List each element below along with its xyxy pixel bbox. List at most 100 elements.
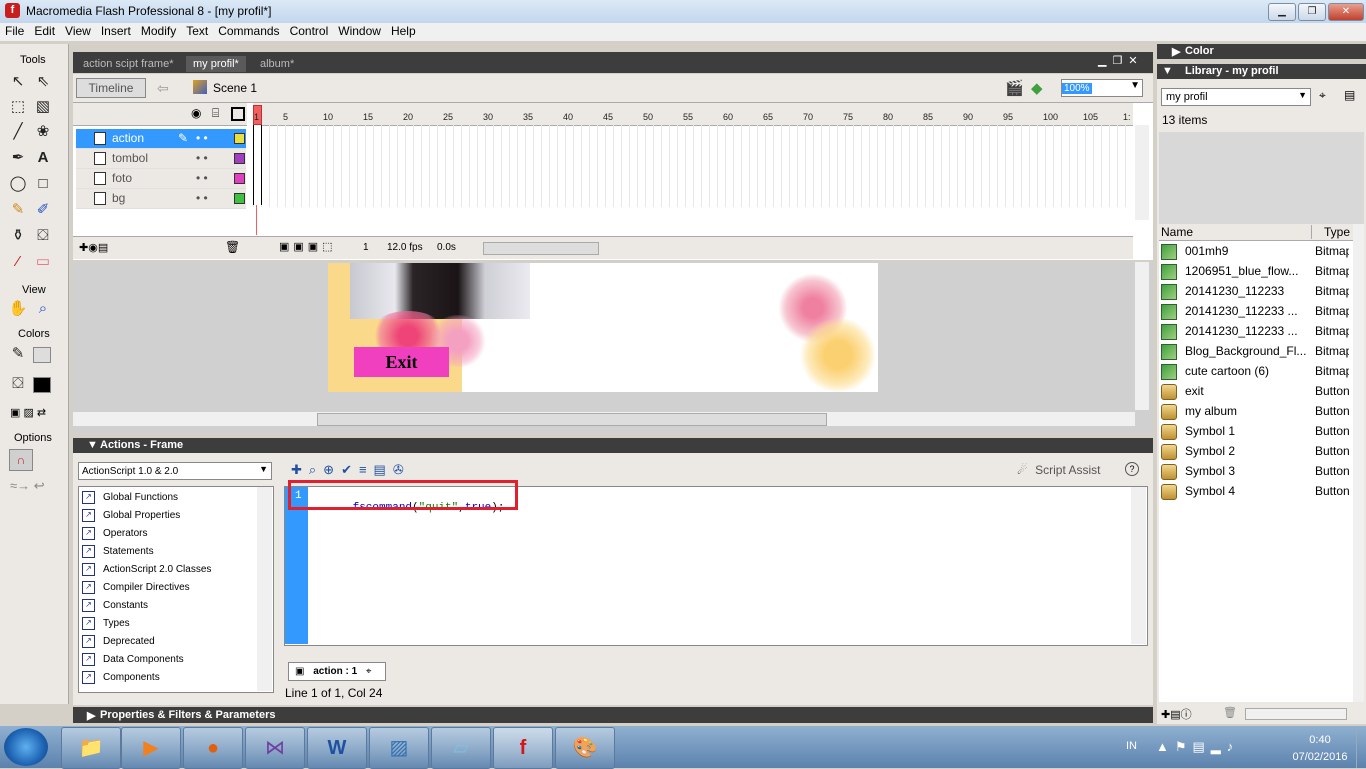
minimize-button[interactable]: ▁: [1268, 3, 1296, 21]
timeline-toggle-button[interactable]: Timeline: [76, 78, 146, 98]
layer-color-swatch[interactable]: [234, 133, 245, 144]
ink-bottle-tool-icon[interactable]: ⚱: [8, 226, 28, 246]
lasso-tool-icon[interactable]: ❀: [33, 122, 53, 142]
tree-item[interactable]: ↗ Statements: [82, 543, 262, 560]
tree-item[interactable]: ↗ Data Components: [82, 651, 262, 668]
library-item[interactable]: 20141230_112233 ... Bitmap: [1161, 301, 1357, 321]
start-button[interactable]: [4, 728, 48, 766]
tab-album[interactable]: album*: [253, 56, 301, 72]
fill-color-swatch[interactable]: [33, 377, 51, 393]
menu-control[interactable]: Control: [285, 23, 334, 38]
properties-panel-header[interactable]: ▶ Properties & Filters & Parameters: [73, 707, 1153, 723]
name-column-header[interactable]: Name: [1161, 225, 1193, 239]
layer-color-swatch[interactable]: [234, 153, 245, 164]
frame-tab[interactable]: ▣ action : 1 ⌖: [288, 662, 386, 681]
editor-vscroll[interactable]: [1131, 487, 1146, 644]
layer-row-bg[interactable]: bg • •: [76, 189, 246, 209]
clock-time[interactable]: 0:40: [1300, 734, 1340, 746]
restore-button[interactable]: ❐: [1298, 3, 1326, 21]
text-tool-icon[interactable]: A: [33, 148, 53, 168]
hand-tool-icon[interactable]: ✋: [8, 299, 28, 319]
smooth-straighten-icon[interactable]: ≈→ ↩: [10, 478, 45, 494]
menu-text[interactable]: Text: [181, 23, 213, 38]
zoom-select[interactable]: 100% ▼: [1061, 79, 1143, 97]
help-icon[interactable]: ?: [1125, 462, 1139, 476]
menu-file[interactable]: File: [0, 23, 29, 38]
menu-window[interactable]: Window: [333, 23, 386, 38]
taskbar-word-icon[interactable]: W: [307, 727, 367, 769]
add-layer-icon[interactable]: ✚◉▤: [79, 241, 108, 254]
taskbar-media-player-icon[interactable]: ▶: [121, 727, 181, 769]
tree-item[interactable]: ↗ Compiler Directives: [82, 579, 262, 596]
pin-icon[interactable]: ⌖: [366, 666, 372, 677]
free-transform-tool-icon[interactable]: ⬚: [8, 97, 28, 117]
color-panel-header[interactable]: ▶ Color: [1157, 44, 1366, 59]
fill-color-icon[interactable]: ⛋: [8, 374, 28, 394]
outline-icon[interactable]: [231, 107, 245, 121]
taskbar-flash-icon[interactable]: f: [493, 727, 553, 769]
stage-hscroll[interactable]: [73, 412, 1135, 426]
taskbar-notes-icon[interactable]: ▱: [431, 727, 491, 769]
taskbar-paint-icon[interactable]: 🎨: [555, 727, 615, 769]
stage-vscroll[interactable]: [1135, 262, 1149, 410]
library-item[interactable]: Symbol 4 Button: [1161, 481, 1357, 501]
stage-hscroll-thumb[interactable]: [317, 413, 827, 426]
pen-tool-icon[interactable]: ✒: [8, 148, 28, 168]
subselection-tool-icon[interactable]: ⇖: [33, 72, 53, 92]
menu-view[interactable]: View: [60, 23, 96, 38]
library-item[interactable]: Symbol 2 Button: [1161, 441, 1357, 461]
library-item[interactable]: 1206951_blue_flow... Bitmap: [1161, 261, 1357, 281]
tree-item[interactable]: ↗ Deprecated: [82, 633, 262, 650]
tree-item[interactable]: ↗ Constants: [82, 597, 262, 614]
layer-row-action[interactable]: action ✎ • •: [76, 129, 246, 149]
menu-help[interactable]: Help: [386, 23, 421, 38]
pin-library-icon[interactable]: ⌖: [1319, 88, 1326, 103]
taskbar-visual-studio-icon[interactable]: ⋈: [245, 727, 305, 769]
tree-item[interactable]: ↗ Operators: [82, 525, 262, 542]
library-select[interactable]: my profil ▼: [1161, 88, 1311, 106]
layer-row-foto[interactable]: foto • •: [76, 169, 246, 189]
tree-item[interactable]: ↗ Components: [82, 669, 262, 686]
menu-insert[interactable]: Insert: [96, 23, 136, 38]
onion-skin-icons[interactable]: ▣▣▣⬚: [279, 240, 337, 253]
selection-tool-icon[interactable]: ↖: [8, 72, 28, 92]
back-arrow-icon[interactable]: ⇦: [157, 80, 169, 97]
library-item[interactable]: 20141230_112233 Bitmap: [1161, 281, 1357, 301]
library-item[interactable]: 001mh9 Bitmap: [1161, 241, 1357, 261]
timeline-vscroll[interactable]: [1135, 125, 1149, 220]
default-colors-icon[interactable]: ▣ ▨ ⇄: [10, 406, 46, 419]
toolbox-vscroll[interactable]: [257, 487, 272, 691]
tree-item[interactable]: ↗ Types: [82, 615, 262, 632]
stroke-color-icon[interactable]: ✎: [8, 344, 28, 364]
new-library-icon[interactable]: ▤: [1344, 88, 1355, 102]
library-panel-header[interactable]: ▼ Library - my profil: [1157, 64, 1366, 79]
taskbar-firefox-icon[interactable]: ●: [183, 727, 243, 769]
tab-action-script-frame[interactable]: action scipt frame*: [76, 56, 180, 72]
library-item[interactable]: Blog_Background_Fl... Bitmap: [1161, 341, 1357, 361]
timeline-hscroll[interactable]: [483, 242, 599, 255]
tree-item[interactable]: ↗ ActionScript 2.0 Classes: [82, 561, 262, 578]
script-editor[interactable]: 1 fscommand("quit",true);: [284, 486, 1148, 646]
layer-row-tombol[interactable]: tombol • •: [76, 149, 246, 169]
lock-icon[interactable]: ⌸: [212, 106, 219, 121]
library-item[interactable]: my album Button: [1161, 401, 1357, 421]
menu-edit[interactable]: Edit: [29, 23, 60, 38]
brush-tool-icon[interactable]: ✐: [33, 200, 53, 220]
library-item[interactable]: Symbol 1 Button: [1161, 421, 1357, 441]
type-column-header[interactable]: Type: [1311, 225, 1350, 239]
eye-icon[interactable]: ◉: [191, 106, 201, 120]
eyedropper-tool-icon[interactable]: ⁄: [8, 252, 28, 272]
actions-panel-header[interactable]: ▼ Actions - Frame: [73, 438, 1153, 453]
layer-color-swatch[interactable]: [234, 173, 245, 184]
add-script-icon[interactable]: ✚⌕⊕✔≡▤✇: [291, 462, 411, 478]
layer-visibility-dots[interactable]: • •: [196, 129, 208, 148]
library-item[interactable]: 20141230_112233 ... Bitmap: [1161, 321, 1357, 341]
taskbar-explorer-icon[interactable]: 📁: [61, 727, 121, 769]
language-indicator[interactable]: IN: [1126, 740, 1137, 752]
tree-item[interactable]: ↗ Global Functions: [82, 489, 262, 506]
menu-commands[interactable]: Commands: [213, 23, 284, 38]
library-item[interactable]: Symbol 3 Button: [1161, 461, 1357, 481]
layer-color-swatch[interactable]: [234, 193, 245, 204]
library-hscroll[interactable]: [1245, 708, 1347, 720]
line-tool-icon[interactable]: ╱: [8, 122, 28, 142]
